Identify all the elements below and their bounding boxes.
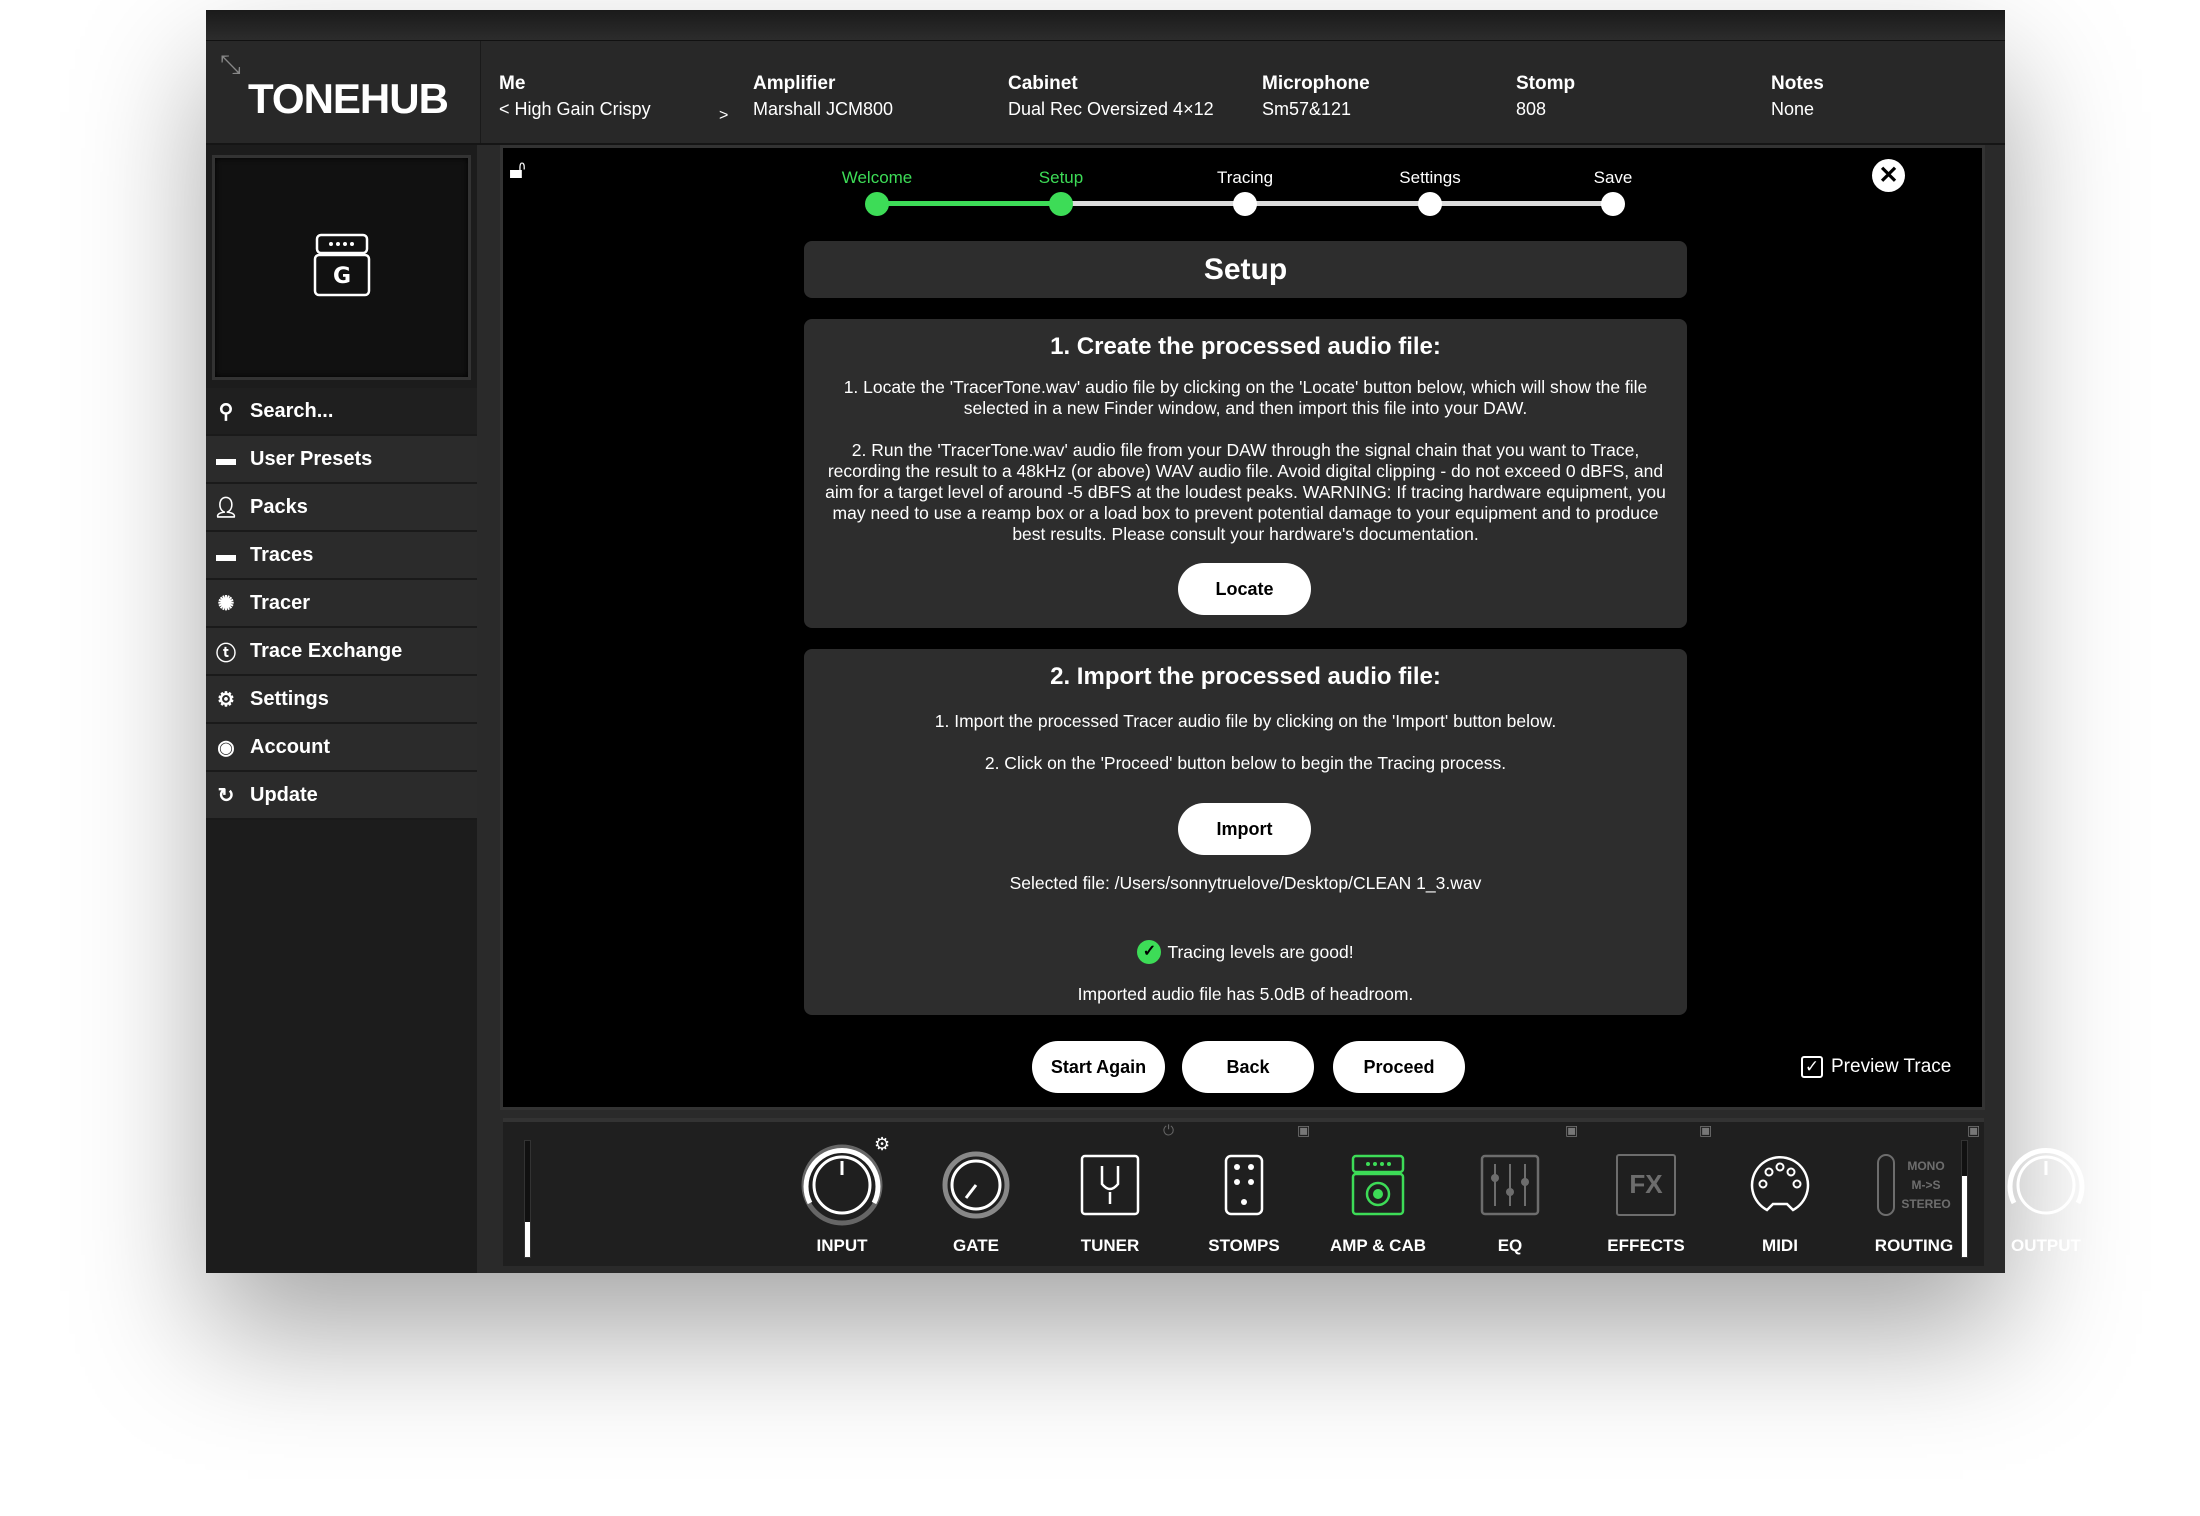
module-midi[interactable]: MIDI (1725, 1140, 1835, 1256)
header-field-me[interactable]: Me < High Gain Crispy (499, 73, 651, 120)
prev-preset-button[interactable]: < (499, 99, 510, 119)
proceed-button[interactable]: Proceed (1333, 1041, 1465, 1093)
step-dot-welcome (865, 192, 889, 216)
lock-icon[interactable]: 🔓︎ (509, 154, 526, 186)
sidebar-item-user-presets[interactable]: ▬ User Presets (206, 436, 477, 484)
logo: TONEHUB (248, 75, 449, 122)
input-meter (524, 1140, 531, 1258)
resize-icon[interactable]: ⤡ (220, 49, 241, 81)
sidebar-item-settings[interactable]: ⚙ Settings (206, 676, 477, 724)
eq-sliders-icon (1480, 1154, 1540, 1216)
svg-text:G: G (333, 264, 351, 289)
progress-line-remaining (1061, 201, 1613, 206)
headroom-text: Imported audio file has 5.0dB of headroo… (1077, 984, 1414, 1004)
divider (480, 41, 481, 143)
start-again-button[interactable]: Start Again (1032, 1041, 1165, 1093)
folder-icon: ▬ (216, 447, 236, 470)
tracing-status: ✓ Tracing levels are good! (804, 940, 1687, 964)
section-create: 1. Create the processed audio file: 1. L… (804, 319, 1687, 628)
module-tuner[interactable]: TUNER (1055, 1140, 1165, 1256)
app-window: ⤡ TONEHUB Me < High Gain Crispy > Amplif… (206, 10, 2085, 1273)
step-dot-tracing (1233, 192, 1257, 216)
header-field-amplifier[interactable]: Amplifier Marshall JCM800 (753, 73, 893, 120)
module-effects[interactable]: FX EFFECTS (1591, 1140, 1701, 1256)
back-button[interactable]: Back (1182, 1041, 1314, 1093)
output-knob-icon (2007, 1148, 2085, 1215)
sidebar-item-tracer[interactable]: ✺ Tracer (206, 580, 477, 628)
preset-header: ⤡ TONEHUB Me < High Gain Crispy > Amplif… (206, 40, 2005, 145)
selected-file: Selected file: /Users/sonnytruelove/Desk… (1009, 873, 1482, 893)
update-icon: ↻ (217, 784, 235, 807)
step-dot-setup (1049, 192, 1073, 216)
input-settings-icon[interactable]: ⚙ (874, 1134, 890, 1155)
section-title: 2. Import the processed audio file: (1050, 663, 1441, 690)
module-routing[interactable]: MONO M->S STEREO ROUTING (1859, 1140, 1969, 1256)
check-icon: ✓ (1137, 940, 1162, 964)
progress-line-complete (877, 201, 1061, 206)
tracer-amp-icon: G (313, 233, 371, 297)
eq-lock-icon[interactable]: ▣ (1565, 1122, 1578, 1139)
step-dot-save (1601, 192, 1625, 216)
sidebar-search[interactable]: ⚲ Search... (206, 388, 477, 436)
header-field-cabinet[interactable]: Cabinet Dual Rec Oversized 4×12 (1008, 73, 1214, 120)
sidebar-item-packs[interactable]: 👤︎ Packs (206, 484, 477, 532)
sidebar-menu: ⚲ Search... ▬ User Presets 👤︎ Packs ▬ Traces… (206, 388, 477, 820)
midi-connector-icon (1750, 1155, 1810, 1212)
module-gate[interactable]: GATE (921, 1140, 1031, 1256)
input-knob-icon (801, 1144, 883, 1226)
module-stomps[interactable]: STOMPS (1189, 1140, 1299, 1256)
header-field-stomp[interactable]: Stomp 808 (1516, 73, 1575, 120)
step-tracing: Tracing (1216, 168, 1274, 187)
step-dot-settings (1418, 192, 1442, 216)
folder-icon: ▬ (216, 543, 236, 566)
user-icon: 👤︎ (213, 496, 239, 519)
module-eq[interactable]: EQ (1455, 1140, 1565, 1256)
stomp-pedal-icon (1224, 1154, 1264, 1216)
preset-preview: G (212, 155, 471, 380)
sidebar: G ⚲ Search... ▬ User Presets 👤︎ Packs ▬ Trac… (206, 145, 477, 1273)
preview-trace-checkbox[interactable]: ✓ Preview Trace (1801, 1056, 1951, 1078)
search-icon: ⚲ (218, 400, 234, 423)
section-import: 2. Import the processed audio file: 1. I… (804, 649, 1687, 1015)
import-button[interactable]: Import (1178, 803, 1311, 855)
routing-lock-icon[interactable]: ▣ (1967, 1122, 1980, 1139)
tracer-wizard: 🔓︎ ✕ Welcome Setup Tracing Settings Save… (500, 145, 1985, 1110)
step-save: Save (1593, 168, 1633, 187)
step-setup: Setup (1038, 168, 1084, 187)
sidebar-item-account[interactable]: ◉ Account (206, 724, 477, 772)
module-input[interactable]: INPUT (787, 1140, 897, 1256)
effects-lock-icon[interactable]: ▣ (1699, 1122, 1712, 1139)
gear-icon: ⚙ (217, 688, 235, 711)
tuner-power-icon[interactable]: ⏻ (1163, 1122, 1174, 1139)
page-title: Setup (804, 241, 1687, 298)
header-field-notes[interactable]: Notes None (1771, 73, 1824, 120)
routing-switch-icon (1877, 1154, 1896, 1216)
tracer-icon: ✺ (217, 592, 235, 615)
step-welcome: Welcome (841, 168, 913, 187)
module-output[interactable]: OUTPUT (1991, 1140, 2101, 1256)
header-field-microphone[interactable]: Microphone Sm57&121 (1262, 73, 1370, 120)
amp-cab-icon (1351, 1154, 1405, 1216)
section-title: 1. Create the processed audio file: (1050, 333, 1441, 360)
locate-button[interactable]: Locate (1178, 563, 1311, 615)
signal-chain-bar: INPUT ⚙ GATE TUNER STOMPS AMP & CAB EQ F… (503, 1118, 2085, 1266)
checkbox-checked-icon: ✓ (1801, 1056, 1823, 1078)
fx-icon: FX (1616, 1154, 1676, 1216)
trace-exchange-icon: ⓣ (216, 642, 236, 665)
next-preset-button[interactable]: > (719, 107, 728, 125)
sidebar-item-trace-exchange[interactable]: ⓣ Trace Exchange (206, 628, 477, 676)
tuner-fork-icon (1080, 1154, 1140, 1216)
close-button[interactable]: ✕ (1872, 159, 1905, 192)
title-strip (206, 10, 2005, 40)
gate-knob-icon (942, 1151, 1010, 1219)
module-amp-cab[interactable]: AMP & CAB (1323, 1140, 1433, 1256)
step-settings: Settings (1399, 168, 1461, 187)
sidebar-item-traces[interactable]: ▬ Traces (206, 532, 477, 580)
stomps-lock-icon[interactable]: ▣ (1297, 1122, 1310, 1139)
account-icon: ◉ (217, 736, 235, 759)
sidebar-item-update[interactable]: ↻ Update (206, 772, 477, 820)
